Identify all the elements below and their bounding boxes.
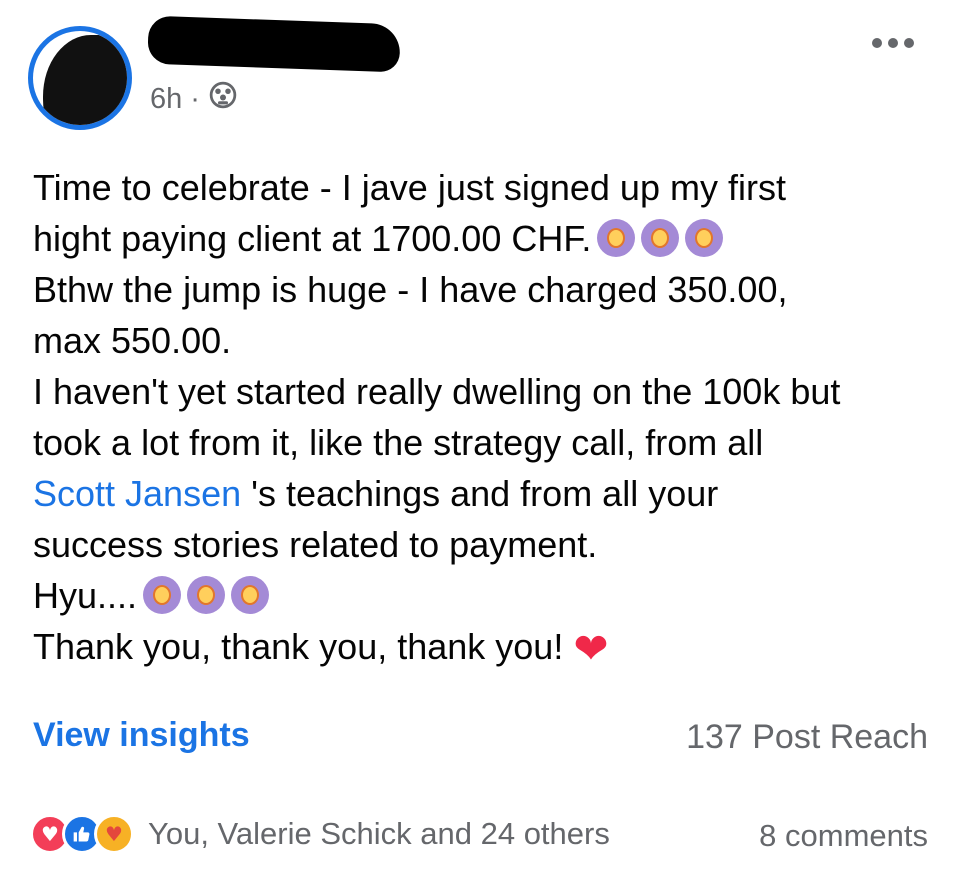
post-line: Hyu....: [33, 570, 933, 621]
post-line: Time to celebrate - I jave just signed u…: [33, 167, 786, 208]
more-options-icon[interactable]: [872, 38, 914, 48]
post-reach: 137 Post Reach: [686, 718, 928, 756]
mention-link[interactable]: Scott Jansen: [33, 473, 241, 514]
comments-count[interactable]: 8 comments: [759, 818, 928, 854]
reactors-text[interactable]: You, Valerie Schick and 24 others: [148, 816, 610, 852]
post-line: success stories related to payment.: [33, 524, 598, 565]
avatar-redaction: [43, 35, 127, 125]
person-gesturing-ok-emoji: [641, 219, 680, 257]
post-line: max 550.00.: [33, 320, 232, 361]
post-line: I haven't yet started really dwelling on…: [33, 371, 841, 412]
post-time[interactable]: 6h: [150, 83, 182, 116]
care-reaction-icon: ♥: [94, 814, 134, 854]
view-insights-link[interactable]: View insights: [33, 716, 250, 755]
meta-separator: ·: [190, 82, 200, 115]
person-gesturing-ok-emoji: [597, 219, 636, 257]
post-line: hight paying client at 1700.00 CHF.: [33, 213, 933, 264]
post-line: Scott Jansen 's teachings and from all y…: [33, 473, 719, 514]
author-name-redacted[interactable]: [147, 15, 401, 73]
person-gesturing-ok-emoji: [685, 219, 724, 257]
post-text: Time to celebrate - I jave just signed u…: [33, 162, 933, 674]
post-line: Bthw the jump is huge - I have charged 3…: [33, 269, 788, 310]
person-gesturing-ok-emoji: [231, 576, 270, 614]
reactions-summary[interactable]: ♥ ♥ You, Valerie Schick and 24 others: [30, 814, 610, 854]
heart-emoji: ❤: [573, 624, 609, 673]
post-line: Thank you, thank you, thank you! ❤: [33, 624, 609, 673]
avatar[interactable]: [28, 26, 132, 130]
person-gesturing-ok-emoji: [187, 576, 226, 614]
post-line: took a lot from it, like the strategy ca…: [33, 422, 764, 463]
person-gesturing-ok-emoji: [143, 576, 182, 614]
friends-icon[interactable]: [208, 80, 238, 118]
post-meta: 6h ·: [150, 80, 238, 118]
